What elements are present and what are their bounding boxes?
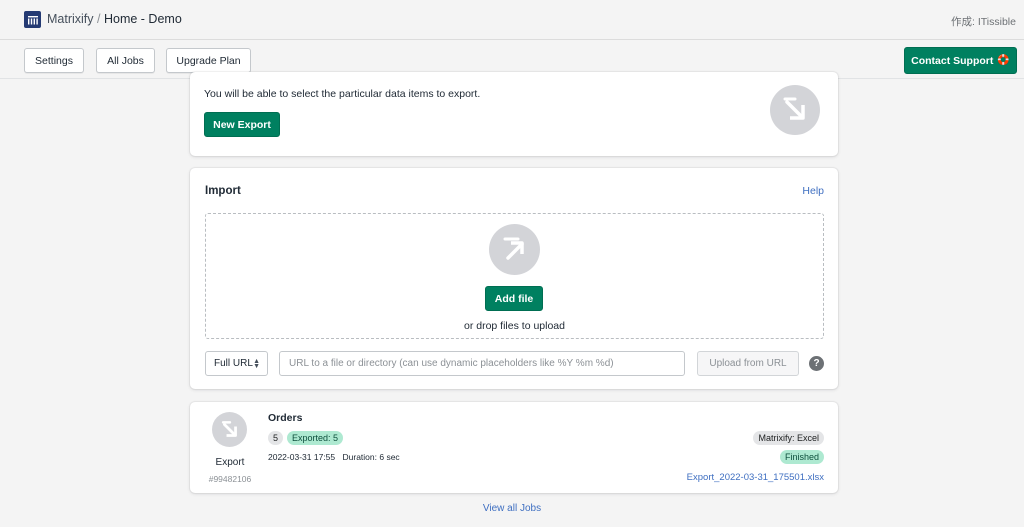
breadcrumb: Matrixify / Home - Demo	[47, 12, 182, 26]
contact-support-label: Contact Support	[911, 54, 994, 67]
breadcrumb-page: Home - Demo	[103, 12, 182, 26]
import-help-link[interactable]: Help	[802, 185, 824, 197]
job-meta: 2022-03-31 17:55 Duration: 6 sec	[268, 452, 400, 462]
url-type-value: Full URL	[214, 358, 253, 369]
exported-badge: Exported: 5	[287, 431, 344, 445]
export-card: You will be able to select the particula…	[190, 72, 838, 156]
add-file-button[interactable]: Add file	[485, 286, 543, 311]
export-job-icon	[212, 412, 247, 447]
select-caret-icon: ▲ ▼	[253, 358, 260, 370]
format-badge: Matrixify: Excel	[753, 431, 824, 445]
import-arrow-icon	[489, 224, 540, 275]
file-dropzone[interactable]: Add file or drop files to upload	[205, 213, 824, 339]
export-arrow-icon	[770, 85, 820, 135]
job-id: #99482106	[208, 474, 252, 484]
status-badge: Finished	[779, 450, 824, 464]
upload-from-url-button[interactable]: Upload from URL	[697, 351, 799, 376]
export-file-link[interactable]: Export_2022-03-31_175501.xlsx	[687, 472, 824, 483]
question-icon[interactable]: ?	[809, 356, 824, 371]
author-label: 作成: ITissible	[951, 16, 1016, 28]
settings-button[interactable]: Settings	[24, 48, 84, 73]
breadcrumb-separator: /	[97, 12, 101, 26]
job-count-badge: 5	[268, 431, 284, 445]
grid-icon	[27, 15, 38, 24]
breadcrumb-app[interactable]: Matrixify	[47, 12, 94, 26]
contact-support-button[interactable]: Contact Support 🛟	[904, 47, 1017, 74]
job-card[interactable]: Export #99482106 Orders 5 Exported: 5 20…	[190, 402, 838, 493]
url-type-select[interactable]: Full URL ▲ ▼	[205, 351, 268, 376]
job-timestamp: 2022-03-31 17:55	[268, 452, 336, 462]
view-all-jobs-link[interactable]: View all Jobs	[0, 503, 1024, 514]
all-jobs-button[interactable]: All Jobs	[96, 48, 155, 73]
matrixify-logo-icon	[24, 11, 41, 28]
url-input[interactable]	[279, 351, 685, 376]
upgrade-plan-button[interactable]: Upgrade Plan	[166, 48, 251, 73]
lifebuoy-icon: 🛟	[997, 55, 1010, 66]
job-title[interactable]: Orders	[268, 412, 302, 424]
top-bar: Matrixify / Home - Demo 作成: ITissible	[0, 0, 1024, 40]
new-export-button[interactable]: New Export	[204, 112, 280, 137]
job-duration: Duration: 6 sec	[342, 452, 400, 462]
job-type-label: Export	[215, 457, 245, 468]
import-title: Import	[205, 185, 241, 197]
export-description: You will be able to select the particula…	[204, 88, 481, 100]
drop-files-text: or drop files to upload	[464, 320, 565, 332]
